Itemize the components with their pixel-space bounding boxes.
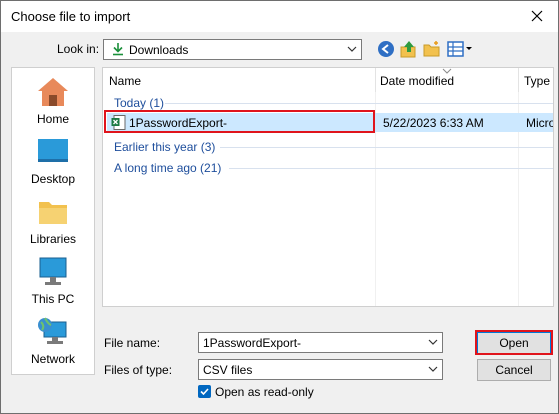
- desktop-icon: [38, 139, 68, 162]
- filetype-value: CSV files: [203, 363, 253, 377]
- lookin-label: Look in:: [57, 42, 100, 56]
- group-divider: [229, 168, 553, 169]
- filename-input[interactable]: 1PasswordExport-: [198, 332, 443, 353]
- close-icon: [531, 10, 543, 22]
- highlight-open-button: [475, 330, 553, 355]
- cancel-button[interactable]: Cancel: [477, 359, 551, 381]
- place-libraries[interactable]: Libraries: [12, 196, 94, 246]
- libraries-icon: [39, 202, 67, 224]
- new-folder-button[interactable]: [423, 40, 441, 58]
- place-label: Desktop: [30, 172, 76, 186]
- view-menu-icon: [447, 41, 472, 57]
- view-menu-button[interactable]: [447, 40, 473, 58]
- readonly-checkbox[interactable]: [198, 385, 211, 398]
- place-label: Libraries: [29, 232, 77, 246]
- group-today[interactable]: Today (1): [114, 96, 164, 110]
- new-folder-icon: [423, 41, 440, 57]
- group-long-time-ago[interactable]: A long time ago (21): [114, 161, 221, 175]
- up-folder-icon: [400, 41, 416, 58]
- file-list[interactable]: Name Date modified Type Today (1) 1Passw…: [102, 67, 554, 307]
- close-button[interactable]: [522, 5, 552, 27]
- chevron-down-icon: [347, 46, 357, 52]
- column-header-type[interactable]: Type: [519, 68, 553, 92]
- place-this-pc[interactable]: This PC: [12, 256, 94, 306]
- lookin-dropdown[interactable]: Downloads: [103, 39, 362, 60]
- network-icon: [38, 317, 67, 344]
- home-icon: [38, 78, 68, 106]
- group-earlier-this-year[interactable]: Earlier this year (3): [114, 140, 215, 154]
- group-divider: [220, 147, 553, 148]
- filename-label: File name:: [104, 336, 161, 350]
- file-type: Micro: [526, 116, 554, 130]
- sort-chevron-icon: [442, 68, 452, 74]
- column-header-date[interactable]: Date modified: [376, 68, 518, 92]
- file-date: 5/22/2023 6:33 AM: [383, 116, 484, 130]
- places-bar: Home Desktop Libraries This PC Network: [11, 67, 95, 375]
- place-label: Network: [30, 352, 75, 366]
- back-icon: [378, 41, 394, 57]
- group-divider: [165, 103, 553, 104]
- title-bar: Choose file to import: [1, 1, 558, 32]
- place-label: This PC: [31, 292, 75, 306]
- place-desktop[interactable]: Desktop: [12, 136, 94, 186]
- filename-value: 1PasswordExport-: [203, 336, 302, 350]
- back-button[interactable]: [377, 40, 395, 58]
- place-label: Home: [36, 112, 69, 126]
- column-date-label: Date modified: [380, 74, 455, 88]
- checkmark-icon: [200, 388, 209, 396]
- this-pc-icon: [39, 257, 67, 285]
- column-header-name[interactable]: Name: [103, 68, 375, 92]
- readonly-label[interactable]: Open as read-only: [215, 385, 314, 399]
- import-dialog: Choose file to import Look in: Downloads: [0, 0, 559, 414]
- filetype-select[interactable]: CSV files: [198, 359, 443, 380]
- column-type-label: Type: [524, 74, 551, 88]
- dialog-title: Choose file to import: [11, 9, 131, 24]
- chevron-down-icon: [428, 366, 438, 372]
- up-folder-button[interactable]: [400, 40, 418, 58]
- place-network[interactable]: Network: [12, 316, 94, 366]
- highlight-file-name: [104, 110, 375, 133]
- downloads-icon: [113, 43, 123, 56]
- chevron-down-icon: [428, 339, 438, 345]
- place-home[interactable]: Home: [12, 76, 94, 126]
- column-name-label: Name: [109, 74, 142, 88]
- lookin-value: Downloads: [129, 43, 189, 57]
- filetype-label: Files of type:: [104, 363, 173, 377]
